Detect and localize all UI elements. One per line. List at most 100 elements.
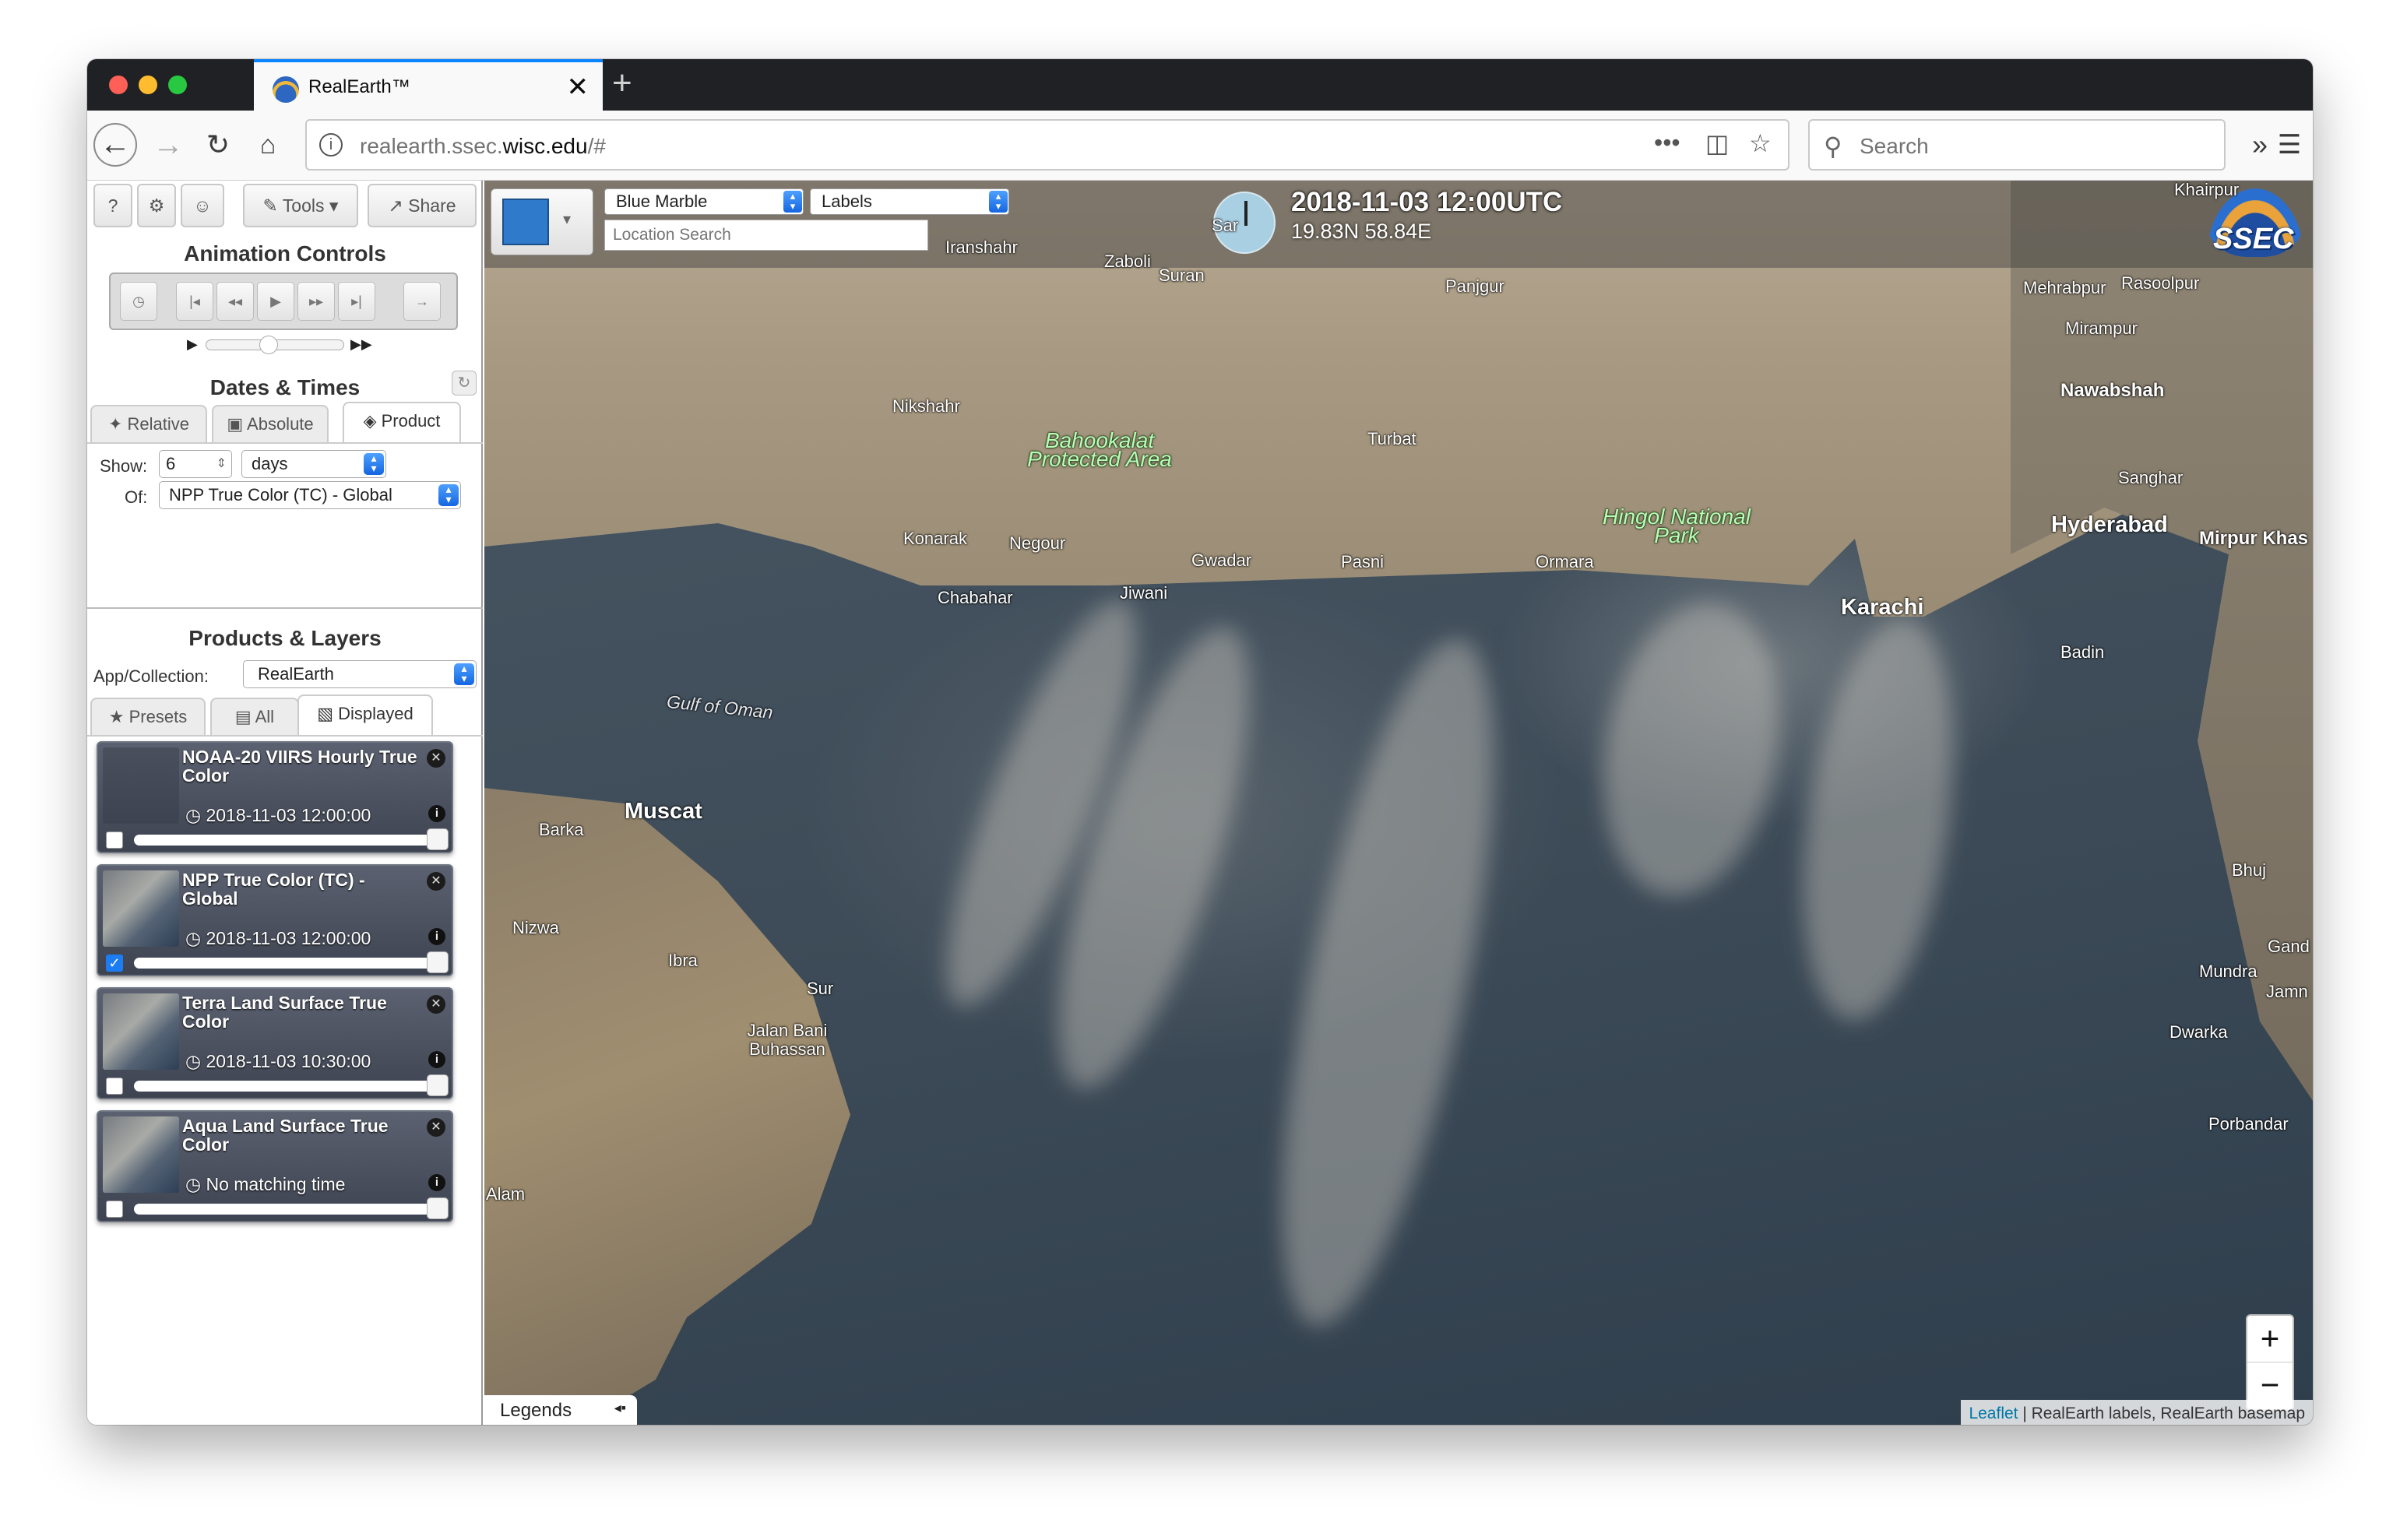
- place-label: Porbandar: [2208, 1114, 2289, 1134]
- layer-visibility-checkbox[interactable]: [106, 832, 123, 849]
- opacity-slider[interactable]: [134, 1204, 435, 1215]
- close-window-button[interactable]: [109, 76, 128, 94]
- legends-button[interactable]: Legends ◂▪: [484, 1395, 637, 1425]
- layer-thumbnail: [103, 993, 179, 1070]
- place-label: Panjgur: [1445, 276, 1504, 296]
- refresh-icon[interactable]: ↻: [452, 371, 477, 396]
- place-label: Khairpur: [2174, 181, 2240, 199]
- layer-time: ◷ 2018-11-03 12:00:00: [185, 928, 371, 948]
- page-actions-icon[interactable]: •••: [1654, 128, 1680, 157]
- leaflet-link[interactable]: Leaflet: [1969, 1405, 2018, 1422]
- speed-slider-knob[interactable]: [259, 336, 278, 354]
- url-bar[interactable]: i realearth.ssec.wisc.edu/# ••• ◫ ☆: [305, 119, 1789, 171]
- layer-card[interactable]: NOAA-20 VIIRS Hourly True Color ✕ ◷ 2018…: [97, 741, 453, 853]
- opacity-slider[interactable]: [134, 958, 435, 969]
- new-tab-button[interactable]: +: [612, 64, 632, 103]
- zoom-window-button[interactable]: [168, 76, 187, 94]
- show-unit-select[interactable]: days ▴ ▾: [241, 450, 386, 478]
- info-icon[interactable]: i: [319, 133, 343, 156]
- layer-card[interactable]: Terra Land Surface True Color ✕ ◷ 2018-1…: [97, 987, 453, 1099]
- opacity-slider[interactable]: [134, 1081, 435, 1092]
- pocket-icon[interactable]: ◫: [1705, 128, 1729, 158]
- remove-layer-icon[interactable]: ✕: [427, 1118, 445, 1137]
- step-back-button[interactable]: ◂◂: [216, 282, 254, 321]
- layer-name: Aqua Land Surface True Color: [182, 1116, 389, 1155]
- opacity-slider-knob[interactable]: [427, 951, 449, 973]
- last-frame-button[interactable]: ▸|: [338, 282, 375, 321]
- place-label: Sanghar: [2118, 468, 2184, 487]
- layer-card[interactable]: Aqua Land Surface True Color ✕ ◷ No matc…: [97, 1110, 453, 1222]
- place-label: Iranshahr: [945, 237, 1018, 257]
- search-bar[interactable]: ⚲ Search: [1808, 119, 2226, 171]
- opacity-slider-knob[interactable]: [427, 1197, 449, 1219]
- tab-title: RealEarth™: [308, 76, 410, 97]
- tools-button[interactable]: ✎ Tools ▾: [243, 184, 358, 227]
- dust-plume: [1238, 624, 1537, 1341]
- tab-displayed[interactable]: ▧ Displayed: [297, 694, 433, 737]
- satellite-map[interactable]: ▾ Blue Marble▴▾ Labels▴▾ 2018-11-03 12:0…: [484, 181, 2313, 1425]
- share-icon: ↗: [388, 195, 409, 216]
- zoom-control: + −: [2246, 1314, 2294, 1411]
- info-icon[interactable]: i: [428, 805, 445, 822]
- forward-button[interactable]: →: [146, 123, 190, 167]
- layer-visibility-checkbox[interactable]: [106, 1201, 123, 1218]
- zoom-in-button[interactable]: +: [2247, 1316, 2293, 1362]
- tab-product[interactable]: ◈ Product: [343, 402, 461, 444]
- opacity-slider-knob[interactable]: [427, 828, 449, 850]
- layer-name: NOAA-20 VIIRS Hourly True Color: [182, 747, 417, 786]
- clock-button[interactable]: ◷: [120, 282, 157, 321]
- product-select[interactable]: NPP True Color (TC) - Global ▴ ▾: [159, 481, 461, 509]
- tab-relative[interactable]: ✦ Relative: [90, 405, 207, 444]
- opacity-slider[interactable]: [134, 835, 435, 846]
- tab-all[interactable]: ▤ All: [210, 698, 299, 737]
- settings-button[interactable]: ⚙: [137, 184, 176, 227]
- speed-slider[interactable]: [206, 336, 344, 354]
- opacity-slider-knob[interactable]: [427, 1074, 449, 1096]
- place-label: Jamn: [2266, 982, 2308, 1001]
- place-label: Dwarka: [2170, 1022, 2228, 1042]
- pin-icon[interactable]: ◂▪: [614, 1400, 626, 1416]
- land-east: [2011, 181, 2313, 1115]
- info-icon[interactable]: i: [428, 1174, 445, 1191]
- home-button[interactable]: ⌂: [246, 123, 290, 167]
- collection-select[interactable]: RealEarth ▴ ▾: [243, 660, 477, 688]
- step-forward-button[interactable]: ▸▸: [297, 282, 335, 321]
- speed-slow-icon: ▶: [187, 336, 198, 352]
- help-button[interactable]: ?: [93, 184, 132, 227]
- basemap-select[interactable]: Blue Marble ▴ ▾: [604, 188, 804, 215]
- browser-tab[interactable]: RealEarth™ ✕: [254, 59, 603, 111]
- info-icon[interactable]: i: [428, 928, 445, 945]
- back-button[interactable]: ←: [93, 123, 137, 167]
- show-count-stepper[interactable]: 6 ⇕: [159, 450, 232, 478]
- remove-layer-icon[interactable]: ✕: [427, 749, 445, 768]
- hamburger-menu-icon[interactable]: ☰: [2268, 123, 2311, 167]
- layer-visibility-checkbox[interactable]: ✓: [106, 955, 123, 972]
- layer-visibility-checkbox[interactable]: [106, 1078, 123, 1095]
- stepper-icon[interactable]: ⇕: [216, 451, 227, 477]
- collection-label: App/Collection:: [93, 666, 209, 686]
- tab-presets[interactable]: ★ Presets: [90, 698, 206, 737]
- play-button[interactable]: ▶: [257, 282, 294, 321]
- location-search-input[interactable]: [604, 220, 928, 251]
- info-icon[interactable]: i: [428, 1051, 445, 1068]
- remove-layer-icon[interactable]: ✕: [427, 872, 445, 891]
- share-button[interactable]: ↗ Share: [368, 184, 477, 227]
- place-label: Jalan Bani Buhassan: [747, 1021, 828, 1059]
- bookmark-star-icon[interactable]: ☆: [1749, 128, 1772, 158]
- place-label: Nizwa: [512, 918, 559, 937]
- sidebar: ? ⚙ ☺ ✎ Tools ▾ ↗ Share Animation Contro…: [87, 181, 483, 1425]
- user-button[interactable]: ☺: [181, 184, 224, 227]
- reload-button[interactable]: ↻: [196, 123, 240, 167]
- labels-select[interactable]: Labels ▴ ▾: [810, 188, 1009, 215]
- place-label: Sar: [1212, 216, 1239, 235]
- loop-button[interactable]: →: [403, 282, 441, 321]
- tab-absolute[interactable]: ▣ Absolute: [212, 405, 329, 444]
- animation-controls: ◷ |◂ ◂◂ ▶ ▸▸ ▸| →: [109, 272, 458, 330]
- minimize-window-button[interactable]: [139, 76, 157, 94]
- first-frame-button[interactable]: |◂: [176, 282, 213, 321]
- layer-card[interactable]: NPP True Color (TC) - Global ✕ ◷ 2018-11…: [97, 864, 453, 976]
- tab-close-icon[interactable]: ✕: [567, 72, 589, 103]
- layer-switcher-button[interactable]: ▾: [491, 188, 593, 255]
- remove-layer-icon[interactable]: ✕: [427, 995, 445, 1014]
- place-label: Hyderabad: [2051, 512, 2168, 537]
